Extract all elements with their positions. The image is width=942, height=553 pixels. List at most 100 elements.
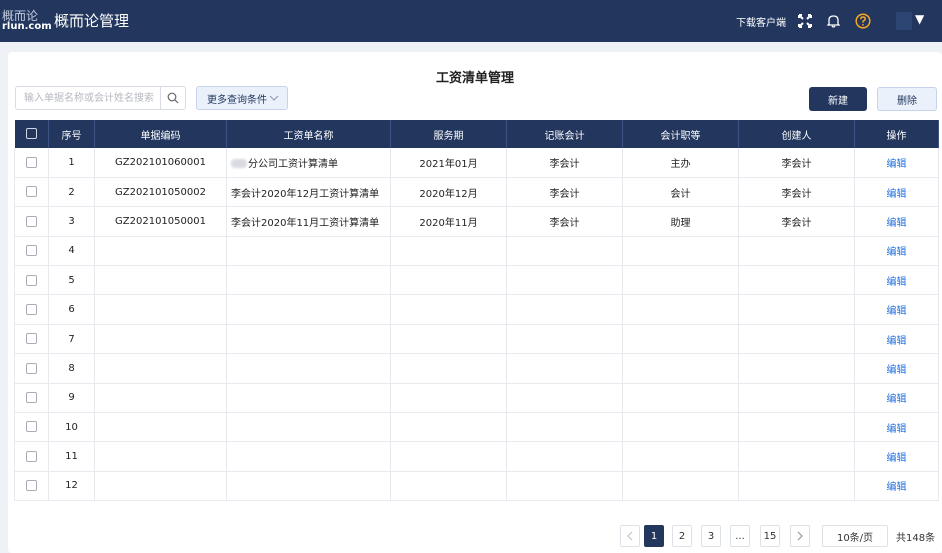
row-index: 5 xyxy=(48,265,95,296)
edit-link[interactable]: 编辑 xyxy=(887,189,907,200)
row-checkbox-cell[interactable] xyxy=(14,206,49,237)
row-checkbox[interactable] xyxy=(26,303,37,315)
accountant: 李会计 xyxy=(506,177,623,208)
row-checkbox[interactable] xyxy=(26,186,37,198)
row-checkbox-cell[interactable] xyxy=(14,294,49,325)
accountant-grade: 会计 xyxy=(622,177,739,208)
delete-button[interactable]: 删除 xyxy=(877,87,937,111)
edit-link[interactable]: 编辑 xyxy=(887,365,907,376)
accountant xyxy=(506,294,623,325)
table-row[interactable]: 12 编辑 xyxy=(14,471,939,502)
accountant-grade xyxy=(622,236,739,267)
row-checkbox-cell[interactable] xyxy=(14,353,49,384)
document-code xyxy=(94,383,227,414)
row-checkbox-cell[interactable] xyxy=(14,441,49,472)
more-filters-button[interactable]: 更多查询条件 xyxy=(196,86,288,110)
redacted-text xyxy=(231,159,247,169)
column-header: 会计职等 xyxy=(622,120,739,148)
table-row[interactable]: 5 编辑 xyxy=(14,265,939,296)
row-checkbox[interactable] xyxy=(26,274,37,286)
table-row[interactable]: 9 编辑 xyxy=(14,383,939,414)
table-row[interactable]: 8 编辑 xyxy=(14,353,939,384)
edit-link[interactable]: 编辑 xyxy=(887,424,907,435)
page-size-select[interactable]: 10条/页 xyxy=(822,525,888,547)
chevron-left-icon xyxy=(627,531,633,541)
logo[interactable]: 概而论 rlun.com xyxy=(0,7,52,35)
document-code xyxy=(94,265,227,296)
page-ellipsis[interactable]: ... xyxy=(730,525,750,547)
table-row[interactable]: 4 编辑 xyxy=(14,236,939,267)
row-checkbox-cell[interactable] xyxy=(14,148,49,178)
table-row[interactable]: 6 编辑 xyxy=(14,294,939,325)
edit-link[interactable]: 编辑 xyxy=(887,247,907,258)
avatar[interactable] xyxy=(896,12,912,30)
row-checkbox-cell[interactable] xyxy=(14,471,49,502)
search-input[interactable] xyxy=(16,87,161,109)
edit-link[interactable]: 编辑 xyxy=(887,159,907,170)
payroll-name xyxy=(226,294,391,325)
table-row[interactable]: 3 GZ202101050001 李会计2020年11月工资计算清单 2020年11月… xyxy=(14,206,939,237)
accountant-grade xyxy=(622,441,739,472)
creator xyxy=(738,236,855,267)
expand-icon[interactable] xyxy=(795,11,815,31)
select-all-checkbox-cell[interactable] xyxy=(14,120,49,148)
column-header: 服务期 xyxy=(390,120,507,148)
edit-link[interactable]: 编辑 xyxy=(887,394,907,405)
table-row[interactable]: 1 GZ202101060001 分公司工资计算清单 2021年01月 李会计 主办 李会计… xyxy=(14,148,939,178)
edit-link[interactable]: 编辑 xyxy=(887,218,907,229)
creator xyxy=(738,441,855,472)
table-row[interactable]: 10 编辑 xyxy=(14,412,939,443)
select-all-checkbox[interactable] xyxy=(25,128,37,140)
document-code xyxy=(94,412,227,443)
table-row[interactable]: 7 编辑 xyxy=(14,324,939,355)
row-checkbox-cell[interactable] xyxy=(14,236,49,267)
row-checkbox-cell[interactable] xyxy=(14,177,49,208)
edit-link[interactable]: 编辑 xyxy=(887,336,907,347)
table-row[interactable]: 2 GZ202101050002 李会计2020年12月工资计算清单 2020年12月… xyxy=(14,177,939,208)
row-index: 8 xyxy=(48,353,95,384)
row-checkbox[interactable] xyxy=(26,215,37,227)
bell-icon[interactable] xyxy=(823,11,843,31)
edit-link[interactable]: 编辑 xyxy=(887,482,907,493)
payroll-name xyxy=(226,383,391,414)
accountant xyxy=(506,353,623,384)
help-icon[interactable] xyxy=(853,11,873,31)
table-row[interactable]: 11 编辑 xyxy=(14,441,939,472)
accountant-grade: 主办 xyxy=(622,148,739,178)
creator xyxy=(738,324,855,355)
row-checkbox-cell[interactable] xyxy=(14,265,49,296)
page-button[interactable]: 15 xyxy=(760,525,780,547)
page-button[interactable]: 3 xyxy=(701,525,721,547)
row-checkbox-cell[interactable] xyxy=(14,383,49,414)
page-button[interactable]: 2 xyxy=(672,525,692,547)
page-title: 工资清单管理 xyxy=(435,71,514,86)
row-checkbox[interactable] xyxy=(26,450,37,462)
edit-link[interactable]: 编辑 xyxy=(887,453,907,464)
download-client-link[interactable]: 下载客户端 xyxy=(736,14,786,29)
row-index: 7 xyxy=(48,324,95,355)
row-checkbox[interactable] xyxy=(26,392,37,404)
page-button[interactable]: 1 xyxy=(644,525,664,547)
service-period xyxy=(390,236,507,267)
row-checkbox-cell[interactable] xyxy=(14,412,49,443)
next-page-button[interactable] xyxy=(790,525,810,547)
row-checkbox[interactable] xyxy=(26,362,37,374)
row-checkbox[interactable] xyxy=(26,333,37,345)
actions-cell: 编辑 xyxy=(854,206,939,237)
actions-cell: 编辑 xyxy=(854,177,939,208)
row-checkbox[interactable] xyxy=(26,480,37,492)
caret-down-icon[interactable]: ▼ xyxy=(915,12,924,26)
row-checkbox[interactable] xyxy=(26,421,37,433)
row-index: 1 xyxy=(48,148,95,178)
row-checkbox-cell[interactable] xyxy=(14,324,49,355)
row-checkbox[interactable] xyxy=(26,245,37,257)
edit-link[interactable]: 编辑 xyxy=(887,277,907,288)
document-code: GZ202101050001 xyxy=(94,206,227,237)
edit-link[interactable]: 编辑 xyxy=(887,306,907,317)
prev-page-button[interactable] xyxy=(620,525,640,547)
search-icon[interactable] xyxy=(160,87,185,109)
service-period xyxy=(390,353,507,384)
table-header-row: 序号 单据编码 工资单名称 服务期 记账会计 会计职等 创建人 操作 xyxy=(14,120,939,148)
row-checkbox[interactable] xyxy=(26,156,37,168)
new-button[interactable]: 新建 xyxy=(809,87,867,111)
